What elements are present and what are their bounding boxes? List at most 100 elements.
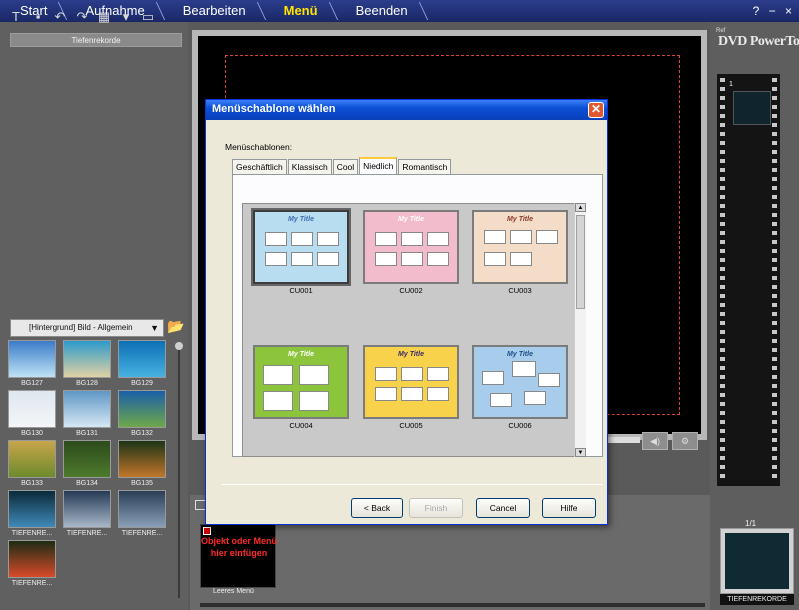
scroll-down-icon[interactable]: ▼ xyxy=(575,448,586,457)
film-perforation xyxy=(772,402,777,406)
film-perforation xyxy=(772,249,777,253)
scroll-thumb[interactable] xyxy=(576,215,585,309)
redo-icon[interactable]: ↷ xyxy=(74,10,90,24)
close-icon[interactable]: ✕ xyxy=(588,102,604,118)
library-thumbnail[interactable]: BG133 xyxy=(8,440,56,490)
film-perforation xyxy=(772,384,777,388)
film-perforation xyxy=(772,258,777,262)
folder-open-icon[interactable]: 📂 xyxy=(167,318,185,336)
library-category-dropdown[interactable]: [Hintergrund] Bild - Allgemein ▼ xyxy=(10,319,164,337)
template-item[interactable]: My Title CU003 xyxy=(472,210,568,295)
film-perforation xyxy=(772,393,777,397)
template-item[interactable]: My Title CU004 xyxy=(253,345,349,430)
dropzone-label: Leeres Menü xyxy=(213,588,254,595)
scroll-track xyxy=(178,348,180,598)
template-thumbnail-slot xyxy=(401,232,423,246)
library-thumbnail[interactable]: TIEFENRE... xyxy=(63,490,111,540)
window-controls[interactable]: ? − × xyxy=(753,0,795,22)
thumbnail-image xyxy=(63,340,111,378)
library-thumbnail[interactable]: BG127 xyxy=(8,340,56,390)
template-thumbnail-slot xyxy=(510,230,532,244)
template-thumbnail-slot xyxy=(263,391,293,411)
film-perforation xyxy=(720,321,725,325)
film-perforation xyxy=(772,123,777,127)
template-thumbnail-slot xyxy=(265,232,287,246)
template-thumbnail-slot xyxy=(401,367,423,381)
film-perforation xyxy=(720,204,725,208)
selected-menu-thumbnail[interactable] xyxy=(720,528,794,594)
chevron-down-icon[interactable]: ▾ xyxy=(118,10,134,24)
tab-romantisch[interactable]: Romantisch xyxy=(398,159,452,174)
template-thumbnail-slot xyxy=(427,252,449,266)
cancel-button[interactable]: Cancel xyxy=(476,498,530,518)
thumbnail-caption: BG129 xyxy=(131,380,153,387)
tab-niedlich[interactable]: Niedlich xyxy=(359,157,398,174)
film-perforation xyxy=(772,456,777,460)
template-thumbnail-slot xyxy=(265,252,287,266)
template-item[interactable]: My Title CU002 xyxy=(363,210,459,295)
template-item[interactable]: My Title CU006 xyxy=(472,345,568,430)
film-perforation xyxy=(772,447,777,451)
library-thumbnail[interactable]: TIEFENRE... xyxy=(118,490,166,540)
dropzone-text: Objekt oder Menü hier einfügen xyxy=(201,536,278,558)
film-perforation xyxy=(720,330,725,334)
preview-sound-icon[interactable]: ◀) xyxy=(642,432,668,450)
menu-name-label: Tiefenrekorde xyxy=(10,33,182,47)
menu-strip-scrollbar[interactable] xyxy=(200,603,705,607)
film-perforation xyxy=(720,141,725,145)
template-thumbnail-slot xyxy=(317,232,339,246)
back-button[interactable]: < Back xyxy=(351,498,403,518)
film-perforation xyxy=(772,141,777,145)
thumbnail-caption: BG132 xyxy=(131,430,153,437)
help-button[interactable]: Hilfe xyxy=(542,498,596,518)
tab-geschaeftlich[interactable]: Geschäftlich xyxy=(232,159,287,174)
thumbnail-caption: BG131 xyxy=(76,430,98,437)
template-item[interactable]: My Title CU005 xyxy=(363,345,459,430)
template-thumbnail-slot xyxy=(427,387,449,401)
text-tool-icon[interactable]: T xyxy=(8,10,24,24)
scroll-knob[interactable] xyxy=(175,342,183,350)
library-thumbnail[interactable]: BG128 xyxy=(63,340,111,390)
scroll-up-icon[interactable]: ▲ xyxy=(575,203,586,212)
library-thumbnail[interactable]: TIEFENRE... xyxy=(8,540,56,590)
film-perforation xyxy=(720,375,725,379)
undo-icon[interactable]: ↶ xyxy=(52,10,68,24)
film-perforation xyxy=(720,348,725,352)
template-thumbnail-slot xyxy=(375,367,397,381)
film-perforation xyxy=(772,348,777,352)
library-thumbnail[interactable]: BG134 xyxy=(63,440,111,490)
film-frame-thumbnail[interactable] xyxy=(733,91,771,125)
template-preview: My Title xyxy=(472,210,568,284)
template-item[interactable]: My Title CU001 xyxy=(253,210,349,295)
library-thumbnail[interactable]: BG132 xyxy=(118,390,166,440)
film-perforation xyxy=(720,312,725,316)
library-thumbnail[interactable]: TIEFENRE... xyxy=(8,490,56,540)
film-perforation xyxy=(772,150,777,154)
library-thumbnail[interactable]: BG129 xyxy=(118,340,166,390)
comment-icon[interactable]: ▭ xyxy=(140,10,156,24)
film-perforation xyxy=(772,96,777,100)
film-perforation xyxy=(772,78,777,82)
empty-menu-dropzone[interactable]: Objekt oder Menü hier einfügen xyxy=(200,524,278,588)
library-thumbnail[interactable]: BG130 xyxy=(8,390,56,440)
library-scrollbar[interactable] xyxy=(174,340,184,600)
nav-beenden[interactable]: Beenden xyxy=(336,0,426,22)
library-thumbnail[interactable]: BG131 xyxy=(63,390,111,440)
tab-cool[interactable]: Cool xyxy=(332,159,359,174)
template-thumbnail-slot xyxy=(524,391,546,405)
dialog-titlebar[interactable]: Menüschablone wählen ✕ xyxy=(206,100,607,120)
template-thumbnail-slot xyxy=(263,365,293,385)
gallery-scrollbar[interactable]: ▲ ▼ xyxy=(574,203,586,457)
save-icon[interactable]: ▪ xyxy=(30,10,46,24)
preview-settings-icon[interactable]: ⚙ xyxy=(672,432,698,450)
template-preview: My Title xyxy=(363,210,459,284)
finish-button[interactable]: Finish xyxy=(409,498,463,518)
film-perforation xyxy=(772,303,777,307)
nav-bearbeiten[interactable]: Bearbeiten xyxy=(163,0,264,22)
nav-menu[interactable]: Menü xyxy=(264,0,336,22)
tab-klassisch[interactable]: Klassisch xyxy=(287,159,332,174)
template-title-text: My Title xyxy=(288,351,314,358)
layout-icon[interactable]: ▦ xyxy=(96,10,112,24)
library-thumbnail[interactable]: BG135 xyxy=(118,440,166,490)
film-perforation xyxy=(772,222,777,226)
